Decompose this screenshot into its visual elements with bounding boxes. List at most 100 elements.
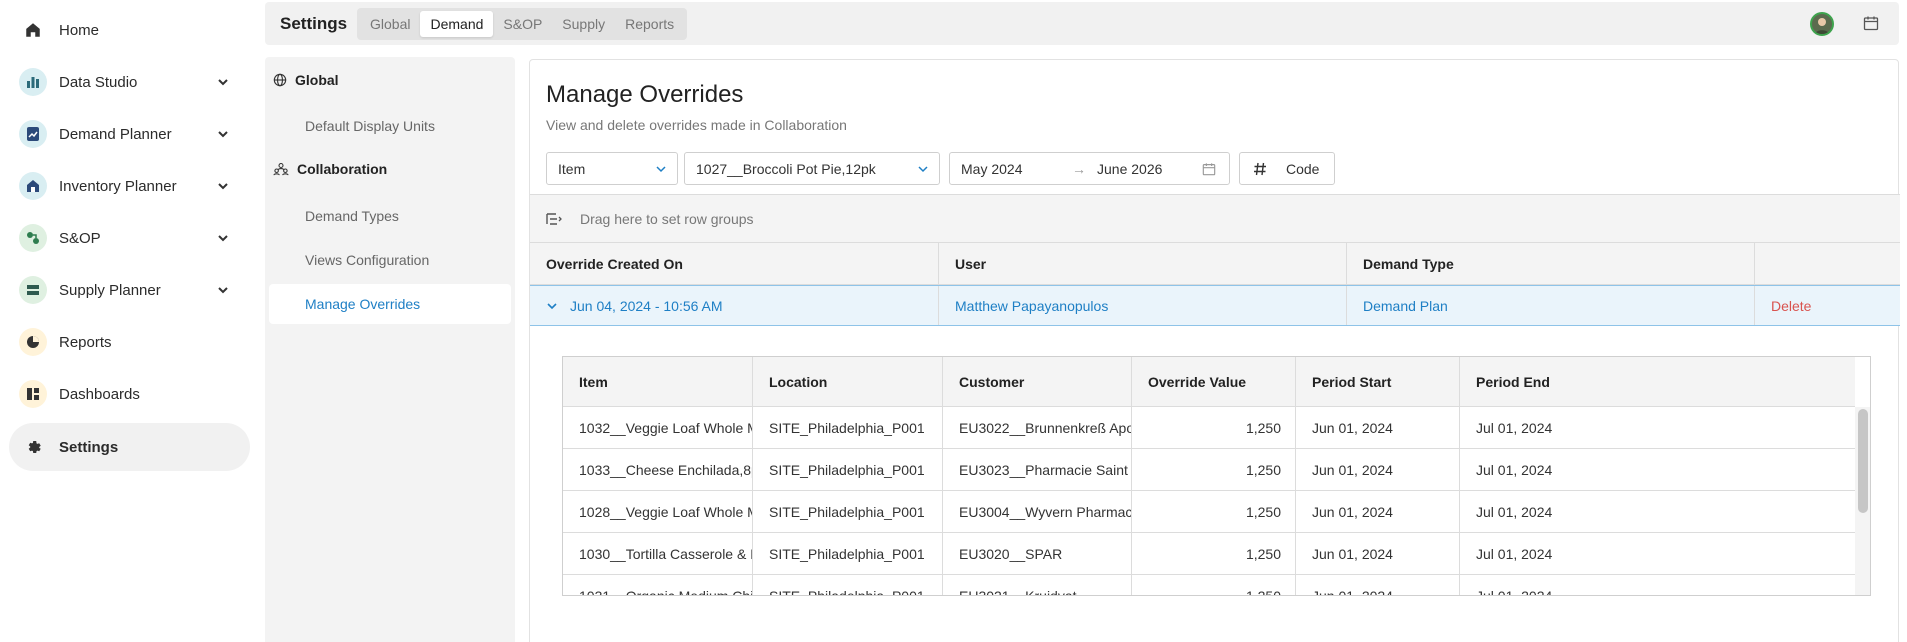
detail-cell-period-end: Jul 01, 2024 <box>1476 546 1553 562</box>
chevron-down-icon[interactable] <box>546 300 558 312</box>
dimension-select-value: Item <box>558 160 586 177</box>
detail-cell-item: 1030__Tortilla Casserole & Bla... <box>563 533 753 575</box>
detail-header-location[interactable]: Location <box>753 357 943 407</box>
nav-item-supply-planner[interactable]: Supply Planner <box>9 266 250 314</box>
nav-item-home[interactable]: Home <box>9 6 250 54</box>
override-created-on: Jun 04, 2024 - 10:56 AM <box>570 297 723 314</box>
detail-cell-location: SITE_Philadelphia_P001 <box>753 533 943 575</box>
avatar[interactable] <box>1810 12 1834 36</box>
data-studio-icon <box>19 68 47 96</box>
row-group-placeholder: Drag here to set row groups <box>580 210 754 227</box>
code-button-label: Code <box>1286 160 1320 177</box>
hash-icon <box>1254 162 1266 176</box>
detail-cell-period-end: Jul 01, 2024 <box>1476 420 1553 436</box>
detail-header-period-end[interactable]: Period End <box>1460 357 1855 407</box>
nav-label: S&OP <box>59 229 101 247</box>
section-title: Manage Overrides <box>546 81 744 108</box>
main-navigation: Home Data Studio Demand Planner Inventor… <box>0 0 260 642</box>
date-to[interactable]: June 2026 <box>1097 161 1162 177</box>
dimension-select[interactable]: Item <box>546 152 678 185</box>
detail-header-row: Item Location Customer Override Value Pe… <box>563 357 1855 407</box>
detail-cell-customer: EU3020__SPAR <box>943 533 1132 575</box>
nav-item-sop[interactable]: S&OP <box>9 214 250 262</box>
detail-cell-period-start: Jun 01, 2024 <box>1296 449 1460 491</box>
table-row[interactable]: 1032__Veggie Loaf Whole Me... SITE_Phila… <box>563 407 1855 449</box>
nav-item-data-studio[interactable]: Data Studio <box>9 58 250 106</box>
collaboration-icon <box>273 162 289 176</box>
detail-cell-period-end: Jul 01, 2024 <box>1476 504 1553 520</box>
item-select[interactable]: 1027__Broccoli Pot Pie,12pk <box>684 152 940 185</box>
overrides-grid: Drag here to set row groups Override Cre… <box>530 194 1900 642</box>
column-header-demand-type[interactable]: Demand Type <box>1347 243 1755 285</box>
reports-icon <box>19 328 47 356</box>
chevron-down-icon[interactable] <box>216 75 230 89</box>
sidebar-group-label: Global <box>295 72 339 88</box>
scrollbar-thumb[interactable] <box>1858 409 1868 513</box>
detail-cell-location: SITE_Philadelphia_P001 <box>753 407 943 449</box>
date-range-picker[interactable]: May 2024 → June 2026 <box>949 152 1230 185</box>
settings-tabs: Global Demand S&OP Supply Reports <box>357 8 688 40</box>
detail-header-override-value[interactable]: Override Value <box>1132 357 1296 407</box>
detail-cell-override-value: 1,250 <box>1132 533 1296 575</box>
row-group-panel[interactable]: Drag here to set row groups <box>530 195 1900 243</box>
detail-cell-period-end: Jul 01, 2024 <box>1476 462 1553 478</box>
tab-global[interactable]: Global <box>360 11 420 37</box>
table-row[interactable]: 1033__Cheese Enchilada,8pk ... SITE_Phil… <box>563 449 1855 491</box>
detail-cell-item: 1032__Veggie Loaf Whole Me... <box>563 407 753 449</box>
chevron-down-icon[interactable] <box>216 179 230 193</box>
globe-icon <box>273 73 287 87</box>
tab-supply[interactable]: Supply <box>552 11 615 37</box>
tab-demand[interactable]: Demand <box>420 11 494 37</box>
vertical-scrollbar[interactable] <box>1855 407 1870 595</box>
column-header-user[interactable]: User <box>939 243 1347 285</box>
detail-cell-override-value: 1,250 <box>1132 449 1296 491</box>
table-row[interactable]: 1030__Tortilla Casserole & Bla... SITE_P… <box>563 533 1855 575</box>
manage-overrides-panel: Manage Overrides View and delete overrid… <box>529 59 1900 642</box>
dashboards-icon <box>19 380 47 408</box>
nav-label: Inventory Planner <box>59 177 177 195</box>
sidebar-item-default-display-units[interactable]: Default Display Units <box>269 106 511 146</box>
home-icon <box>19 16 47 44</box>
detail-header-period-start[interactable]: Period Start <box>1296 357 1460 407</box>
detail-cell-customer: EU3004__Wyvern Pharmacy <box>943 491 1132 533</box>
sidebar-item-demand-types[interactable]: Demand Types <box>269 196 511 236</box>
nav-label: Data Studio <box>59 73 138 91</box>
calendar-icon[interactable] <box>1863 15 1879 31</box>
detail-header-customer[interactable]: Customer <box>943 357 1132 407</box>
inventory-planner-icon <box>19 172 47 200</box>
chevron-down-icon[interactable] <box>216 231 230 245</box>
column-header-actions <box>1755 243 1900 285</box>
nav-item-demand-planner[interactable]: Demand Planner <box>9 110 250 158</box>
table-row[interactable]: 1031__Organic Medium Chili 1... SITE_Phi… <box>563 575 1855 596</box>
detail-cell-customer: EU3023__Pharmacie Saint Ho... <box>943 449 1132 491</box>
nav-item-dashboards[interactable]: Dashboards <box>9 370 250 418</box>
detail-cell-period-end: Jul 01, 2024 <box>1476 588 1553 596</box>
detail-cell-location: SITE_Philadelphia_P001 <box>753 575 943 595</box>
tab-reports[interactable]: Reports <box>615 11 684 37</box>
column-header-override-created-on[interactable]: Override Created On <box>530 243 939 285</box>
detail-cell-item: 1031__Organic Medium Chili 1... <box>563 575 753 595</box>
chevron-down-icon[interactable] <box>216 283 230 297</box>
code-toggle-button[interactable]: Code <box>1239 152 1335 185</box>
chevron-down-icon[interactable] <box>216 127 230 141</box>
date-from[interactable]: May 2024 <box>961 161 1022 177</box>
detail-cell-period-start: Jun 01, 2024 <box>1296 575 1460 595</box>
detail-cell-period-start: Jun 01, 2024 <box>1296 491 1460 533</box>
page-title: Settings <box>280 14 348 33</box>
nav-label: Dashboards <box>59 385 140 403</box>
detail-cell-override-value: 1,250 <box>1132 575 1296 595</box>
nav-item-reports[interactable]: Reports <box>9 318 250 366</box>
sidebar-item-manage-overrides[interactable]: Manage Overrides <box>269 284 511 324</box>
tab-sop[interactable]: S&OP <box>493 11 552 37</box>
sidebar-item-views-configuration[interactable]: Views Configuration <box>269 240 511 280</box>
nav-item-inventory-planner[interactable]: Inventory Planner <box>9 162 250 210</box>
detail-header-item[interactable]: Item <box>563 357 753 407</box>
calendar-icon[interactable] <box>1202 162 1216 176</box>
detail-cell-item: 1033__Cheese Enchilada,8pk ... <box>563 449 753 491</box>
nav-item-settings[interactable]: Settings <box>9 423 250 471</box>
detail-cell-customer: EU3022__Brunnenkreß Apothe... <box>943 407 1132 449</box>
table-row[interactable]: 1028__Veggie Loaf Whole Me... SITE_Phila… <box>563 491 1855 533</box>
nav-label: Home <box>59 21 100 39</box>
table-row[interactable]: Jun 04, 2024 - 10:56 AM Matthew Papayano… <box>530 285 1900 326</box>
delete-button[interactable]: Delete <box>1755 286 1900 325</box>
